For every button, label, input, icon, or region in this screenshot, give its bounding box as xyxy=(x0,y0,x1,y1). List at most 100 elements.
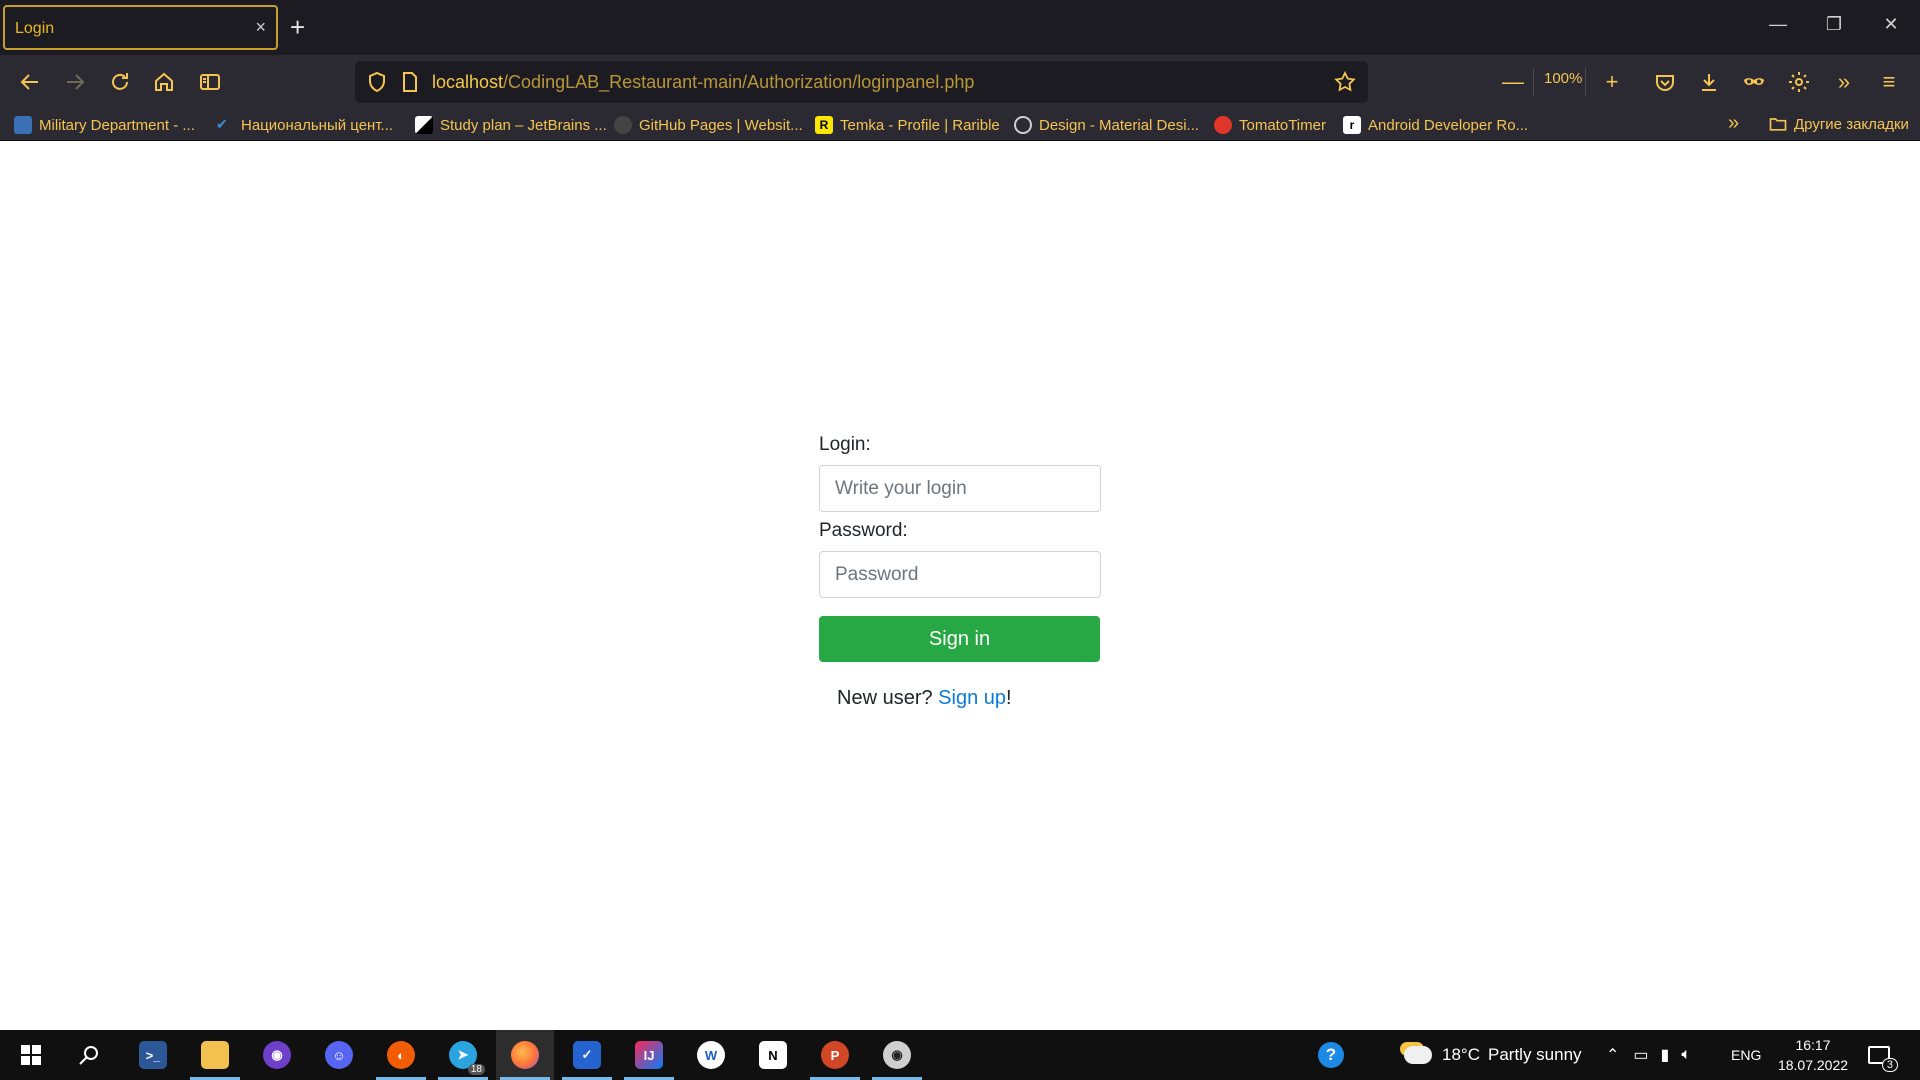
bookmark-label: Android Developer Ro... xyxy=(1368,116,1529,134)
taskbar-app-discord[interactable]: ☺ xyxy=(310,1030,368,1080)
help-icon: ? xyxy=(1318,1042,1344,1068)
url-bar[interactable]: localhost/CodingLAB_Restaurant-main/Auth… xyxy=(355,61,1368,103)
bookmark-github-pages[interactable]: GitHub Pages | Websit... xyxy=(614,114,803,136)
rarible-icon: R xyxy=(815,116,833,134)
taskbar-app-firefox[interactable] xyxy=(496,1030,554,1080)
weather-text: Partly sunny xyxy=(1487,1045,1582,1064)
firefox-icon xyxy=(511,1041,539,1069)
github-desktop-icon: ◉ xyxy=(263,1041,291,1069)
telegram-icon: ➤ 18 xyxy=(449,1041,485,1075)
bookmark-android-roadmap[interactable]: r Android Developer Ro... xyxy=(1343,114,1528,136)
taskbar-app-github[interactable]: ◉ xyxy=(868,1030,926,1080)
bookmark-label: Temka - Profile | Rarible xyxy=(840,116,1000,134)
notification-center[interactable]: 3 xyxy=(1868,1030,1898,1080)
reload-icon[interactable] xyxy=(106,68,134,96)
bookmark-military-department[interactable]: Military Department - ... xyxy=(14,114,195,136)
bookmark-label: Military Department - ... xyxy=(39,116,195,134)
zoom-in-icon[interactable]: + xyxy=(1598,68,1626,96)
taskbar-app-notion[interactable]: N xyxy=(744,1030,802,1080)
taskbar-app-intellij[interactable]: IJ xyxy=(620,1030,678,1080)
bookmark-rarible[interactable]: R Temka - Profile | Rarible xyxy=(815,114,1000,136)
clock-date: 18.07.2022 xyxy=(1777,1057,1849,1073)
taskbar-app-github-desktop[interactable]: ◉ xyxy=(248,1030,306,1080)
help-tray[interactable]: ? xyxy=(1318,1030,1344,1080)
github-icon xyxy=(614,116,632,134)
bookmark-jetbrains[interactable]: Study plan – JetBrains ... xyxy=(415,114,607,136)
zoom-out-icon[interactable]: — xyxy=(1499,68,1527,96)
bookmark-label: GitHub Pages | Websit... xyxy=(639,116,803,134)
tab-title: Login xyxy=(15,20,55,37)
network-icon[interactable]: ▭ xyxy=(1633,1045,1648,1065)
tray-chevron-up-icon[interactable]: ⌃ xyxy=(1606,1045,1619,1065)
weather-widget[interactable]: 18°C Partly sunny xyxy=(1404,1030,1582,1080)
search-icon xyxy=(79,1046,98,1065)
zoom-separator-left xyxy=(1533,68,1534,96)
taskbar-app-music[interactable]: ◐ xyxy=(372,1030,430,1080)
roadmap-icon: r xyxy=(1343,116,1361,134)
bookmark-tomatotimer[interactable]: TomatoTimer xyxy=(1214,114,1326,136)
bookmarks-overflow-chevron-icon[interactable]: » xyxy=(1728,112,1739,135)
bookmark-label: Design - Material Desi... xyxy=(1039,116,1200,134)
private-mask-icon[interactable] xyxy=(1740,68,1768,96)
taskbar-app-telegram[interactable]: ➤ 18 xyxy=(434,1030,492,1080)
restore-icon[interactable]: ❐ xyxy=(1821,14,1847,34)
tab-login[interactable]: Login × xyxy=(3,5,278,50)
weather-cloud-icon xyxy=(1404,1046,1432,1064)
taskbar-app-file-explorer[interactable] xyxy=(186,1030,244,1080)
telegram-badge: 18 xyxy=(467,1064,485,1075)
home-icon[interactable] xyxy=(150,68,178,96)
bookmark-material-design[interactable]: Design - Material Desi... xyxy=(1014,114,1199,136)
pocket-icon[interactable] xyxy=(1651,68,1679,96)
close-window-icon[interactable]: ✕ xyxy=(1878,14,1904,34)
password-label: Password: xyxy=(819,520,908,541)
crest-icon xyxy=(14,116,32,134)
taskbar-app-powershell[interactable]: >_ xyxy=(124,1030,182,1080)
login-input[interactable] xyxy=(819,465,1101,512)
system-tray[interactable]: ⌃ ▭ ▮ 🔈︎ xyxy=(1606,1030,1691,1080)
settings-gear-icon[interactable] xyxy=(1785,68,1813,96)
start-button[interactable] xyxy=(2,1030,60,1080)
login-label: Login: xyxy=(819,434,871,455)
notification-count: 3 xyxy=(1881,1058,1898,1072)
intellij-icon: IJ xyxy=(635,1041,663,1069)
page-content: Login: Password: Sign in New user? Sign … xyxy=(0,141,1920,1030)
url-text[interactable]: localhost/CodingLAB_Restaurant-main/Auth… xyxy=(432,72,974,93)
bookmark-star-icon[interactable] xyxy=(1333,70,1357,94)
zoom-level[interactable]: 100% xyxy=(1544,70,1582,87)
url-host: localhost xyxy=(432,72,504,92)
tomato-icon xyxy=(1214,116,1232,134)
taskbar-app-powerpoint[interactable]: P xyxy=(806,1030,864,1080)
powershell-icon: >_ xyxy=(139,1041,167,1069)
password-input[interactable] xyxy=(819,551,1101,598)
page-icon xyxy=(398,70,422,94)
sign-up-link[interactable]: Sign up xyxy=(938,687,1006,709)
sign-in-button[interactable]: Sign in xyxy=(819,616,1100,662)
language-indicator[interactable]: ENG xyxy=(1731,1030,1761,1080)
bookmark-other-label: Другие закладки xyxy=(1794,115,1909,133)
bookmark-label: Study plan – JetBrains ... xyxy=(440,116,607,134)
search-button[interactable] xyxy=(60,1030,118,1080)
taskbar-app-todo[interactable]: ✓ xyxy=(558,1030,616,1080)
forward-icon[interactable] xyxy=(61,68,89,96)
browser-navigation-bar: localhost/CodingLAB_Restaurant-main/Auth… xyxy=(0,55,1920,109)
volume-icon[interactable]: 🔈︎ xyxy=(1681,1046,1691,1064)
shield-icon[interactable] xyxy=(365,70,389,94)
clock-time: 16:17 xyxy=(1795,1037,1831,1053)
minimize-icon[interactable]: — xyxy=(1765,14,1791,34)
battery-icon[interactable]: ▮ xyxy=(1661,1045,1670,1065)
clock[interactable]: 16:17 18.07.2022 xyxy=(1768,1035,1858,1075)
overflow-chevron-icon[interactable]: » xyxy=(1830,68,1858,96)
back-icon[interactable] xyxy=(16,68,44,96)
download-icon[interactable] xyxy=(1695,68,1723,96)
sidebar-icon[interactable] xyxy=(196,68,224,96)
notification-icon: 3 xyxy=(1868,1046,1898,1072)
new-tab-button[interactable]: + xyxy=(290,12,305,42)
bookmark-national-center[interactable]: ✔ Национальный цент... xyxy=(216,114,393,136)
taskbar-app-word[interactable]: W xyxy=(682,1030,740,1080)
tab-close-icon[interactable]: × xyxy=(255,17,266,37)
zoom-separator-right xyxy=(1585,68,1586,96)
login-form: Login: Password: Sign in New user? Sign … xyxy=(819,434,1101,710)
todo-icon: ✓ xyxy=(573,1041,601,1069)
hamburger-menu-icon[interactable]: ≡ xyxy=(1875,68,1903,96)
bookmark-other-folder[interactable]: Другие закладки xyxy=(1768,114,1909,134)
